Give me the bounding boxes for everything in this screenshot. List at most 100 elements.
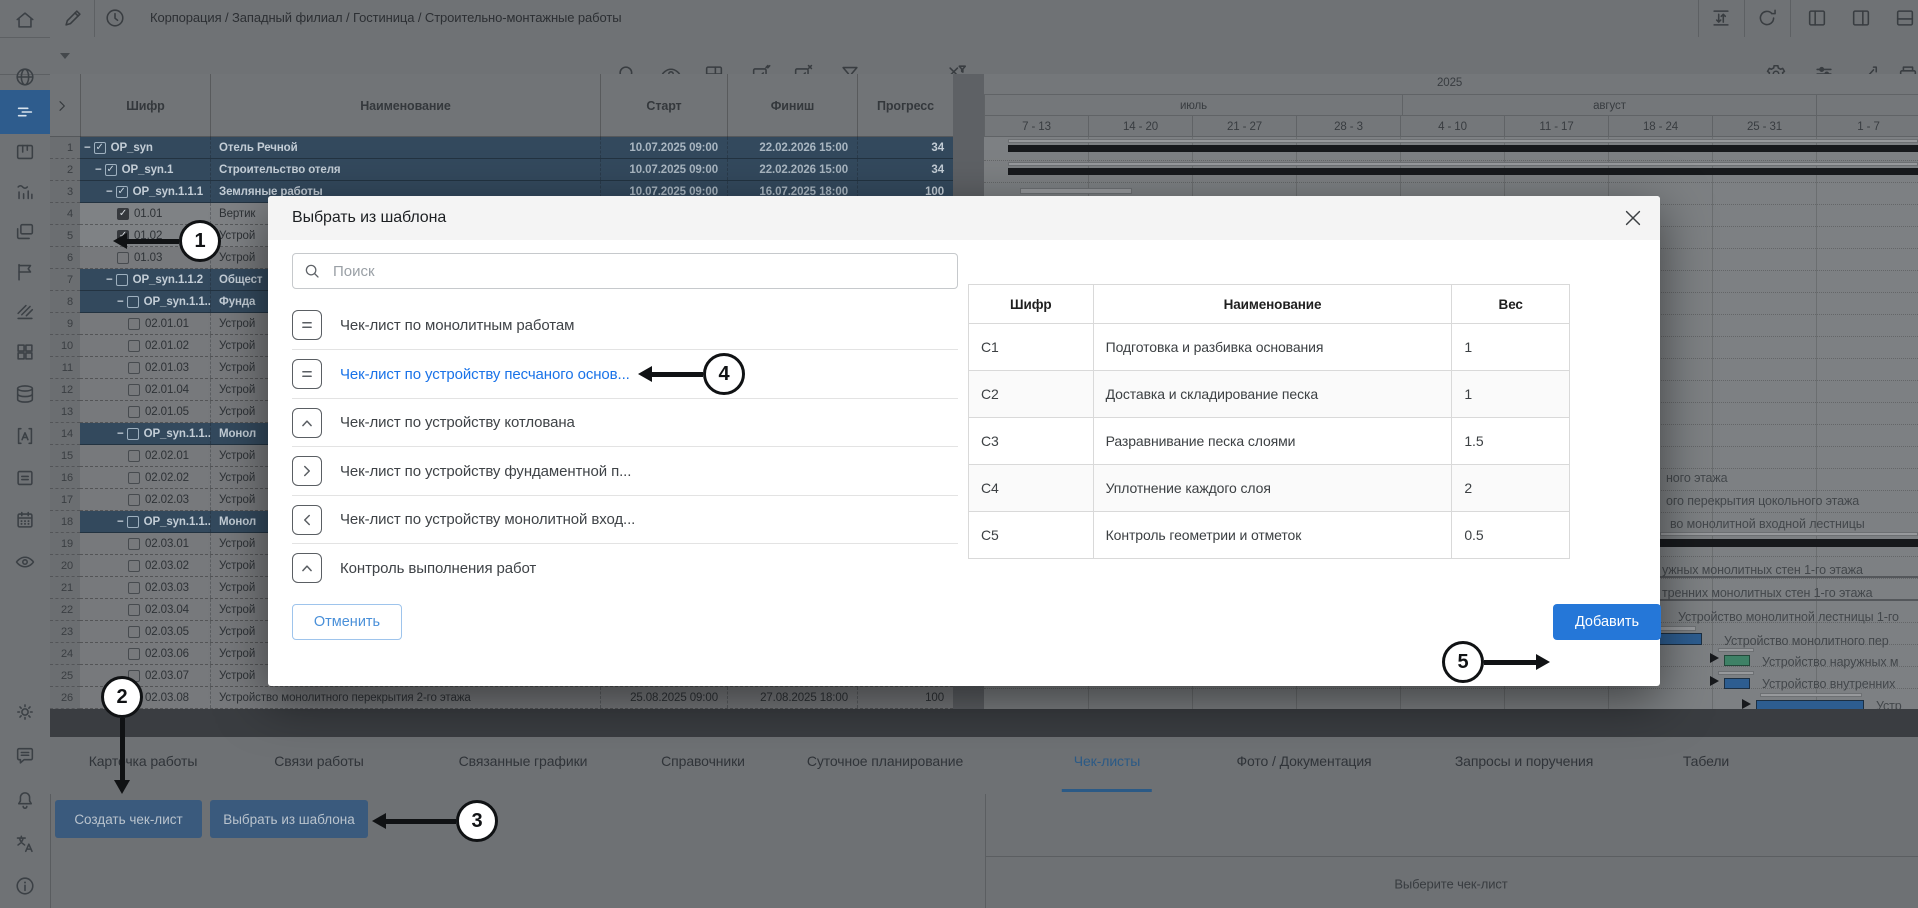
row-checkbox[interactable]: [128, 648, 140, 660]
collapse-toggle[interactable]: −: [117, 516, 124, 528]
gantt-bar-base: [1020, 188, 1132, 194]
create-checklist-button[interactable]: Создать чек-лист: [55, 800, 202, 838]
sidebar-chart-icon[interactable]: [14, 181, 36, 203]
collapse-toggle[interactable]: −: [106, 186, 113, 198]
tab-item[interactable]: Запросы и поручения: [1453, 753, 1595, 769]
table-row[interactable]: −✓OP_synОтель Речной10.07.2025 09:0022.0…: [80, 137, 953, 159]
row-number: 8: [50, 291, 80, 313]
column-header-finish[interactable]: Финиш: [727, 74, 857, 137]
sidebar-notes-icon[interactable]: [14, 467, 36, 489]
work-code: 02.01.04: [145, 384, 189, 396]
template-search-input[interactable]: [331, 262, 947, 281]
edit-icon[interactable]: [62, 7, 84, 29]
work-code: 02.02.02: [145, 472, 189, 484]
row-checkbox[interactable]: [128, 384, 140, 396]
row-checkbox[interactable]: [128, 450, 140, 462]
table-row[interactable]: 02.03.08Устройство монолитного перекрыти…: [80, 687, 953, 709]
sidebar-notifications-icon[interactable]: [14, 789, 36, 811]
layout-split-horizontal-icon[interactable]: [1894, 7, 1916, 29]
tab-item[interactable]: Связанные графики: [457, 753, 590, 769]
sidebar-comments-icon[interactable]: [14, 745, 36, 767]
add-button[interactable]: Добавить: [1553, 604, 1661, 640]
row-checkbox[interactable]: [128, 538, 140, 550]
row-checkbox[interactable]: [128, 604, 140, 616]
row-checkbox[interactable]: [127, 296, 139, 308]
history-icon[interactable]: [104, 7, 126, 29]
row-checkbox[interactable]: [128, 362, 140, 374]
work-code: OP_syn.1.1...: [144, 428, 210, 440]
column-header-start[interactable]: Старт: [600, 74, 727, 137]
row-checkbox[interactable]: [128, 340, 140, 352]
item-name: Доставка и складирование песка: [1093, 371, 1452, 417]
refresh-icon[interactable]: [1756, 7, 1778, 29]
tab-item[interactable]: Суточное планирование: [805, 753, 965, 769]
table-row[interactable]: −✓OP_syn.1Строительство отеля10.07.2025 …: [80, 159, 953, 181]
template-list-item[interactable]: Чек-лист по монолитным работам: [292, 301, 958, 349]
row-checkbox[interactable]: [128, 494, 140, 506]
row-checkbox[interactable]: [128, 406, 140, 418]
template-list-item[interactable]: Чек-лист по устройству монолитной вход..…: [292, 495, 958, 544]
column-header-code[interactable]: Шифр: [80, 74, 210, 137]
collapse-toggle[interactable]: −: [117, 428, 124, 440]
collapse-toggle[interactable]: −: [106, 274, 113, 286]
row-checkbox[interactable]: [116, 274, 128, 286]
collapse-columns-icon[interactable]: [1710, 7, 1732, 29]
sidebar-translate-icon[interactable]: [14, 833, 36, 855]
sidebar-text-style-icon[interactable]: [14, 425, 36, 447]
row-checkbox[interactable]: ✓: [105, 164, 117, 176]
template-list-item[interactable]: Чек-лист по устройству котлована: [292, 398, 958, 447]
template-list-item[interactable]: Чек-лист по устройству песчаного основ..…: [292, 349, 958, 398]
row-checkbox[interactable]: ✓: [116, 186, 128, 198]
sidebar-kanban-icon[interactable]: [14, 141, 36, 163]
column-header-progress[interactable]: Прогресс: [857, 74, 953, 137]
row-checkbox[interactable]: [128, 318, 140, 330]
sidebar-flag-icon[interactable]: [14, 261, 36, 283]
row-checkbox[interactable]: [117, 252, 129, 264]
sidebar-globe-icon[interactable]: [14, 66, 36, 88]
sidebar-theme-icon[interactable]: [14, 701, 36, 723]
work-code: OP_syn: [111, 142, 153, 154]
chevron-left-icon: [292, 505, 322, 535]
row-checkbox[interactable]: [128, 582, 140, 594]
sidebar-grid-icon[interactable]: [14, 341, 36, 363]
horizontal-scrollbar[interactable]: [50, 709, 1918, 737]
template-table-row: C4Уплотнение каждого слоя2: [969, 465, 1569, 512]
collapse-toggle[interactable]: −: [95, 164, 102, 176]
sidebar-gantt-view-icon[interactable]: [14, 101, 36, 123]
work-code: 02.03.02: [145, 560, 189, 572]
row-checkbox[interactable]: [128, 626, 140, 638]
template-list-item[interactable]: Чек-лист по устройству фундаментной п...: [292, 446, 958, 495]
sidebar-eye-icon[interactable]: [14, 551, 36, 573]
template-list-item[interactable]: Контроль выполнения работ: [292, 543, 958, 592]
expand-all-icon[interactable]: [54, 98, 70, 114]
tab-item[interactable]: Справочники: [659, 753, 747, 769]
select-from-template-button[interactable]: Выбрать из шаблона: [210, 800, 368, 838]
layout-split-right-icon[interactable]: [1850, 7, 1872, 29]
tab-item[interactable]: Связи работы: [272, 753, 365, 769]
column-header-name[interactable]: Наименование: [210, 74, 600, 137]
collapse-toggle[interactable]: −: [117, 296, 124, 308]
sidebar-hatch-icon[interactable]: [14, 301, 36, 323]
tab-active-item[interactable]: Чек-листы: [1072, 753, 1142, 769]
row-checkbox[interactable]: [127, 428, 139, 440]
row-number: 26: [50, 687, 80, 709]
row-checkbox[interactable]: ✓: [94, 142, 106, 154]
cancel-button[interactable]: Отменить: [292, 604, 402, 640]
row-number: 11: [50, 357, 80, 379]
sidebar-database-icon[interactable]: [14, 383, 36, 405]
sidebar-home-icon[interactable]: [14, 9, 36, 31]
tab-item[interactable]: Табели: [1681, 753, 1731, 769]
tab-item[interactable]: Карточка работы: [87, 753, 200, 769]
close-icon[interactable]: [1622, 207, 1644, 229]
row-checkbox[interactable]: [128, 472, 140, 484]
sidebar-calendar-icon[interactable]: [14, 509, 36, 531]
layout-split-left-icon[interactable]: [1806, 7, 1828, 29]
collapse-toggle[interactable]: −: [84, 142, 91, 154]
sidebar-documents-icon[interactable]: [14, 221, 36, 243]
tab-item[interactable]: Фото / Документация: [1234, 753, 1373, 769]
row-checkbox[interactable]: [127, 516, 139, 528]
row-checkbox[interactable]: [128, 560, 140, 572]
gantt-year-band: 2025: [984, 74, 1918, 95]
sidebar-info-icon[interactable]: [14, 875, 36, 897]
row-checkbox[interactable]: ✓: [117, 208, 129, 220]
